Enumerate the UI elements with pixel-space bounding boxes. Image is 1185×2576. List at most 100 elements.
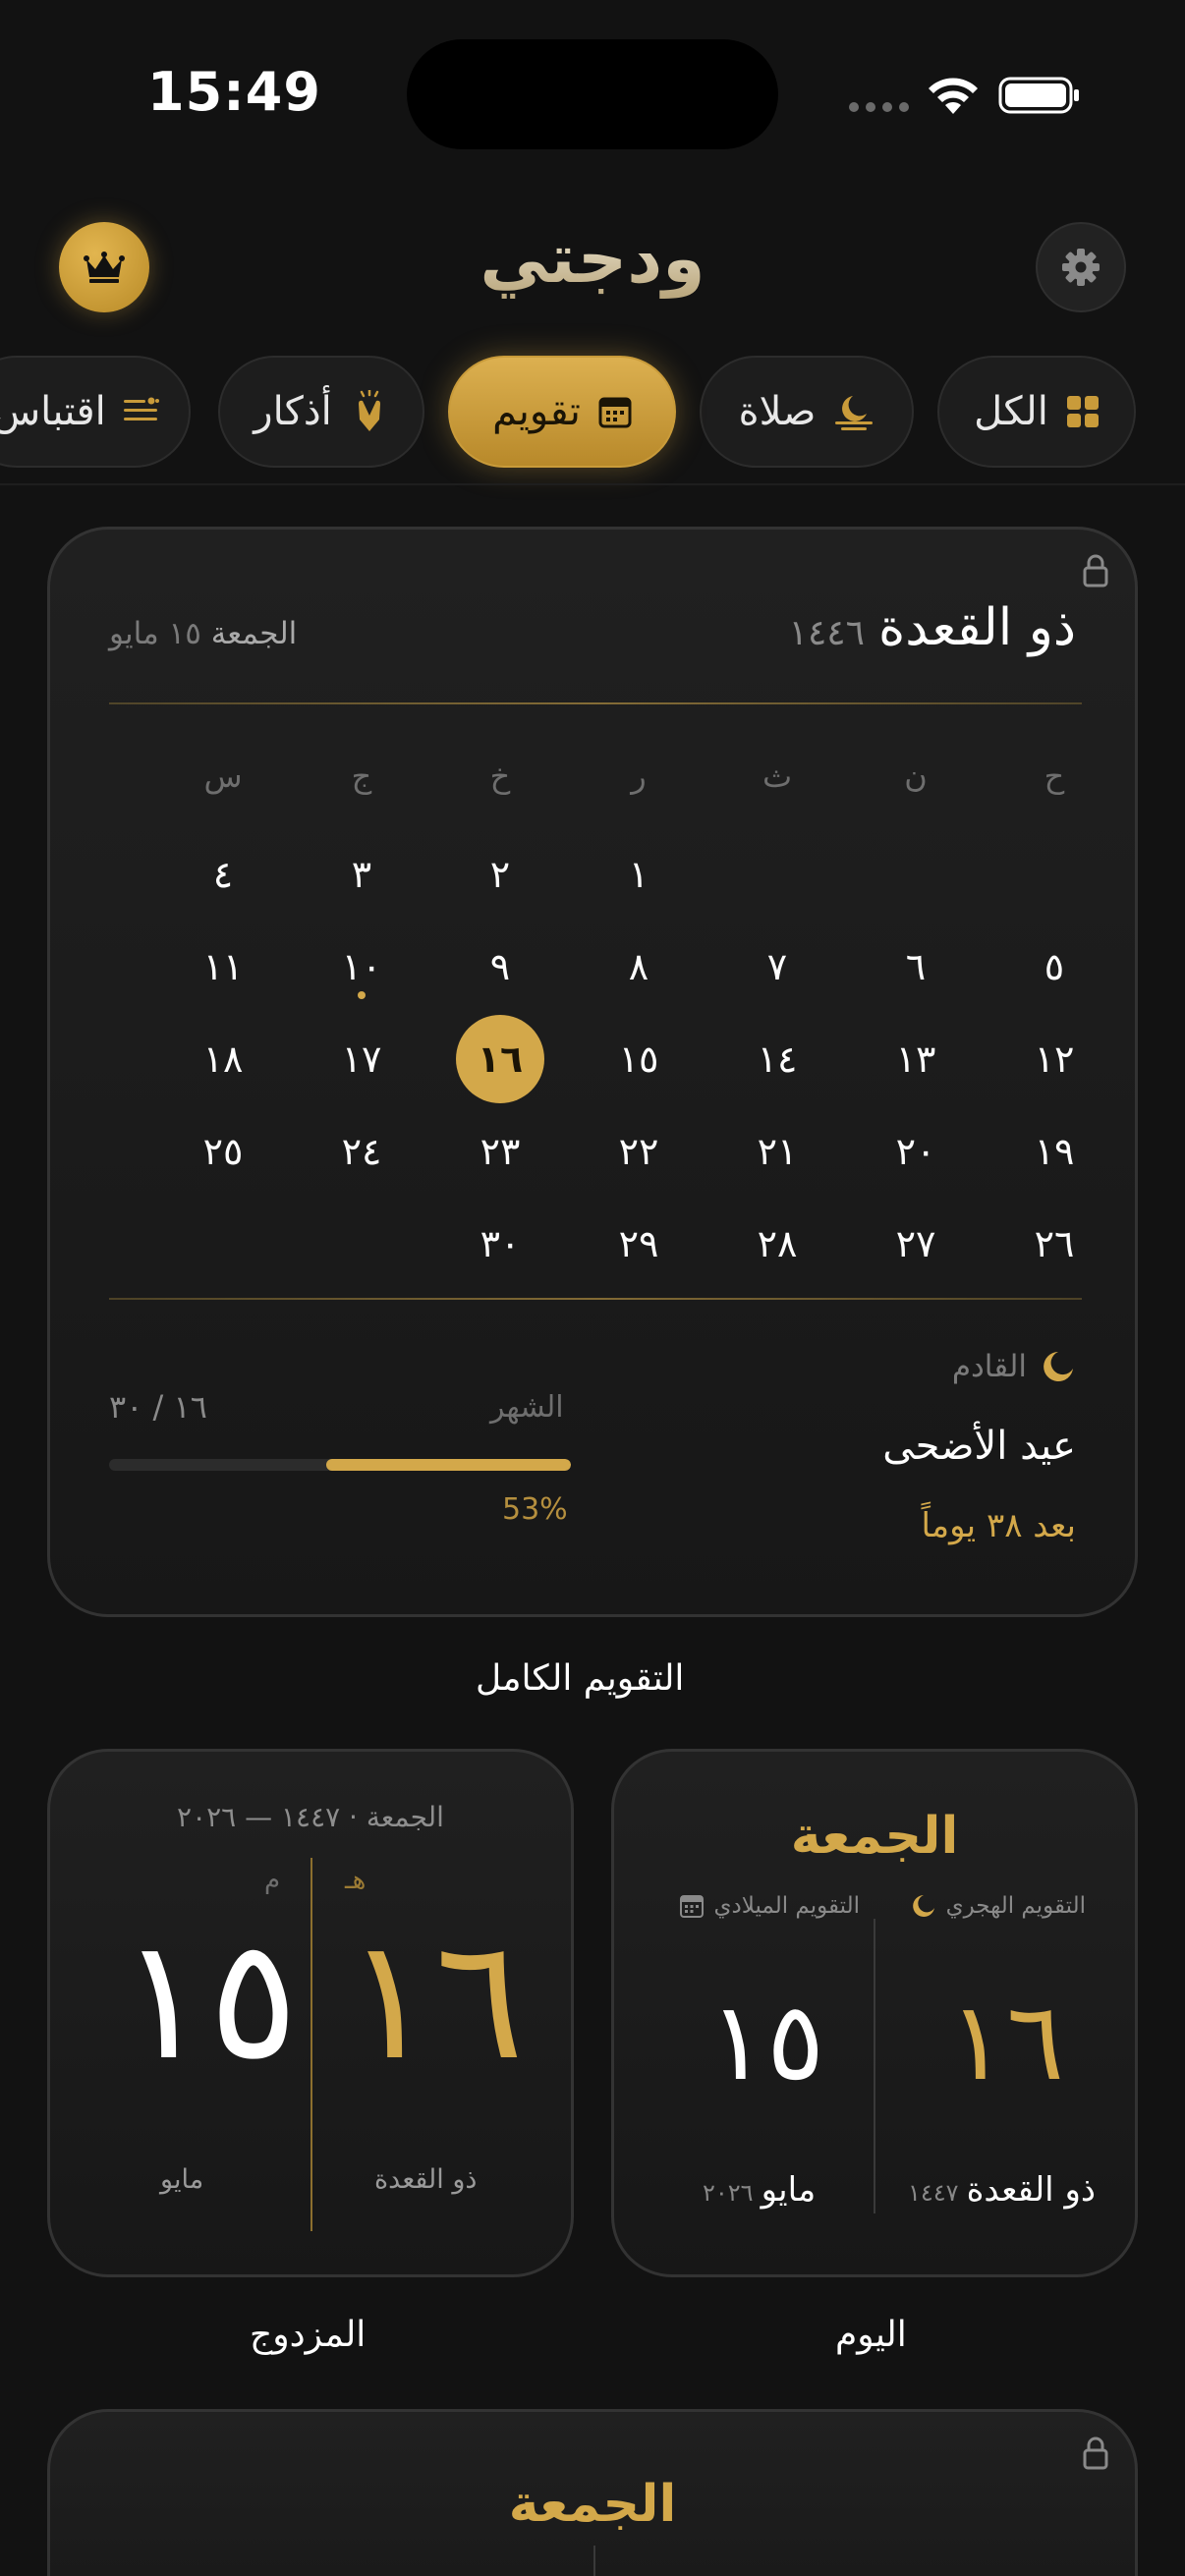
gregorian-label-text: التقويم الميلادي <box>713 1893 860 1919</box>
weekday: الجمعة <box>210 616 298 651</box>
today-widget[interactable]: الجمعة التقويم الهجري التقويم الميلادي ١… <box>611 1749 1138 2277</box>
day-cell[interactable]: ١١ <box>174 923 272 1011</box>
crescent-icon <box>1044 1352 1073 1381</box>
tabs-divider <box>0 483 1185 485</box>
day-cell[interactable]: ٩ <box>451 923 549 1011</box>
hijri-month-year: ذو القعدة١٤٤٧ <box>908 2170 1096 2210</box>
gregorian-date: ١٥ مايو <box>109 616 201 651</box>
hijri-month-name: ذو القعدة <box>374 2164 478 2195</box>
gregorian-month-name: مايو <box>160 2164 204 2195</box>
day-cell[interactable]: ٢١ <box>728 1107 826 1196</box>
grid-icon <box>1066 395 1100 428</box>
week-row: ٢٦ ٢٧ ٢٨ ٢٩ ٣٠ <box>89 1200 1101 1292</box>
weekday-header: ج <box>351 757 372 795</box>
day-cell[interactable]: ١٥ <box>590 1015 688 1103</box>
day-cell[interactable]: ٢٧ <box>867 1200 965 1288</box>
day-cell[interactable]: ٦ <box>867 923 965 1011</box>
gregorian-month-name: مايو <box>761 2170 817 2210</box>
day-cell[interactable]: ٢٩ <box>590 1200 688 1288</box>
day-cell[interactable]: ١٠ <box>312 923 411 1011</box>
header-divider <box>109 702 1082 704</box>
tab-all[interactable]: الكل <box>937 356 1136 468</box>
day-cell[interactable]: ١٤ <box>728 1015 826 1103</box>
day-cell-today[interactable]: ١٦ <box>451 1015 549 1103</box>
hijri-year: ١٤٤٧ <box>908 2179 959 2207</box>
dynamic-island <box>407 39 778 149</box>
day-cell[interactable]: ١٧ <box>312 1015 411 1103</box>
week-row: ١٢ ١٣ ١٤ ١٥ ١٦ ١٧ ١٨ <box>89 1015 1101 1107</box>
day-cell[interactable]: ١٨ <box>174 1015 272 1103</box>
day-cell[interactable]: ٣٠ <box>451 1200 549 1288</box>
status-time: 15:49 <box>147 61 321 123</box>
tab-label: اقتباس <box>0 389 106 434</box>
day-cell[interactable]: ٢٦ <box>1005 1200 1103 1288</box>
dual-divider <box>310 1858 312 2231</box>
calendar-icon <box>679 1895 704 1918</box>
day-cell[interactable]: ١٢ <box>1005 1015 1103 1103</box>
tab-adhkar[interactable]: أذكار <box>218 356 424 468</box>
weekday-divider <box>593 2546 595 2576</box>
hijri-tag: هـ <box>345 1866 367 1895</box>
hijri-day-number: ١٦ <box>345 1903 525 2098</box>
weekday-header: س <box>203 757 243 795</box>
today-divider <box>874 1919 875 2213</box>
praying-hands-icon <box>350 390 389 433</box>
day-cell[interactable]: ٢٠ <box>867 1107 965 1196</box>
hijri-month: ذو القعدة <box>877 598 1076 657</box>
hijri-calendar-label: التقويم الهجري <box>911 1893 1086 1919</box>
month-day-count: ١٦ / ٣٠ <box>109 1388 207 1426</box>
month-progress-fill <box>325 1459 571 1471</box>
day-cell <box>728 830 826 919</box>
lock-icon <box>1083 554 1108 588</box>
weekday-widget[interactable]: الجمعة <box>47 2409 1138 2576</box>
day-cell[interactable]: ٣ <box>312 830 411 919</box>
tab-quotes[interactable]: اقتباس <box>0 356 191 468</box>
tab-calendar[interactable]: تقويم <box>448 356 676 468</box>
day-cell[interactable]: ٨ <box>590 923 688 1011</box>
today-widget-caption: اليوم <box>835 2315 907 2355</box>
crescent-icon <box>833 392 875 431</box>
week-row: ١٩ ٢٠ ٢١ ٢٢ ٢٣ ٢٤ ٢٥ <box>89 1107 1101 1200</box>
tab-label: الكل <box>974 389 1048 434</box>
next-event-countdown: بعد ٣٨ يوماً <box>921 1506 1076 1545</box>
dual-date-widget[interactable]: الجمعة · ١٤٤٧ — ٢٠٢٦ هـ م ١٦ ١٥ ذو القعد… <box>47 1749 574 2277</box>
hijri-month-name: ذو القعدة <box>966 2170 1096 2210</box>
day-cell[interactable]: ٢٨ <box>728 1200 826 1288</box>
day-cell[interactable]: ٢ <box>451 830 549 919</box>
tab-label: صلاة <box>738 389 817 434</box>
day-cell[interactable]: ٢٣ <box>451 1107 549 1196</box>
tab-prayer[interactable]: صلاة <box>700 356 914 468</box>
calendar-grid: ح ن ث ر خ ج س ١ ٢ ٣ ٤ ٥ ٦ ٧ ٨ ٩ ١٠ ١١ ١٢ ١٣ ١٤ ١٥ ١٦ ١٧ ١٨ ١٩ ٢٠ ٢١… <box>89 732 1101 1292</box>
day-cell[interactable]: ١٩ <box>1005 1107 1103 1196</box>
day-cell[interactable]: ٧ <box>728 923 826 1011</box>
day-cell <box>312 1200 411 1288</box>
week-row: ١٢٣٤ <box>89 830 1101 923</box>
month-progress-percent: 53% <box>502 1492 568 1527</box>
weekday-header: ث <box>762 757 793 795</box>
day-cell[interactable]: ٥ <box>1005 923 1103 1011</box>
gregorian-tag: م <box>264 1866 281 1895</box>
settings-button[interactable] <box>1036 222 1126 312</box>
tab-label: أذكار <box>254 389 332 434</box>
gear-icon <box>1062 249 1100 286</box>
today-weekday: الجمعة <box>790 1807 959 1866</box>
crescent-icon <box>912 1895 934 1917</box>
weekday-header: خ <box>489 757 511 795</box>
quote-icon <box>123 396 159 427</box>
full-calendar-widget[interactable]: ذو القعدة١٤٤٦ الجمعة ١٥ مايو حنثرخجس١٢٣٤… <box>47 527 1138 1617</box>
calendar-icon <box>598 395 632 428</box>
next-label-text: القادم <box>951 1349 1027 1384</box>
cellular-signal-icon <box>849 102 909 112</box>
battery-icon <box>998 77 1079 114</box>
day-cell[interactable]: ٤ <box>174 830 272 919</box>
hijri-month-header: ذو القعدة ١٤٤٦ <box>789 598 1076 657</box>
day-cell[interactable]: ٢٢ <box>590 1107 688 1196</box>
day-cell[interactable]: ١٣ <box>867 1015 965 1103</box>
hijri-day-number: ١٦ <box>948 1979 1065 2104</box>
wifi-icon <box>929 78 978 114</box>
day-cell[interactable]: ٢٥ <box>174 1107 272 1196</box>
day-cell[interactable]: ١ <box>590 830 688 919</box>
weekday-header: ح <box>1044 757 1065 795</box>
day-cell <box>1005 830 1103 919</box>
day-cell[interactable]: ٢٤ <box>312 1107 411 1196</box>
